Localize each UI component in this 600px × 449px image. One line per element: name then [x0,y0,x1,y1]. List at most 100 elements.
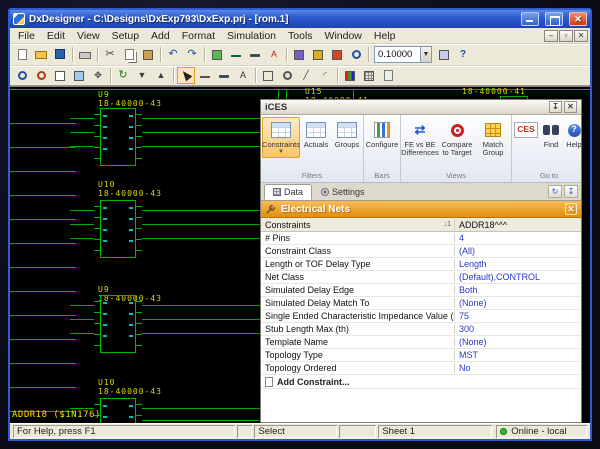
column-header-net[interactable]: ADDR18^^^ [455,220,581,230]
match-group-button[interactable]: Match Group [476,117,510,159]
menu-edit[interactable]: Edit [41,29,71,43]
redo-icon[interactable]: ↷ [183,46,201,63]
pin-icon[interactable]: ↧ [564,185,578,198]
property-value[interactable]: 75 [455,311,581,321]
property-value[interactable]: (Default),CONTROL [455,272,581,282]
table-row[interactable]: Topology Type MST [261,349,581,362]
zoom-window-icon[interactable] [51,67,69,84]
property-value[interactable]: Length [455,259,581,269]
ic-symbol-u10[interactable] [94,200,142,258]
copy-icon[interactable] [120,46,138,63]
find-toolbar-icon[interactable] [347,46,365,63]
save-icon[interactable] [51,46,69,63]
menu-file[interactable]: File [12,29,41,43]
refresh-icon[interactable]: ↻ [548,185,562,198]
groups-button[interactable]: Groups [332,117,362,151]
table-row[interactable]: Net Class (Default),CONTROL [261,271,581,284]
select-tool-icon[interactable] [177,67,195,84]
find-button[interactable]: Find [540,117,562,151]
table-row[interactable]: Constraint Class (All) [261,245,581,258]
maximize-button[interactable] [545,12,563,26]
column-header-constraints[interactable]: Constraints [265,220,311,230]
table-row[interactable]: Length or TOF Delay Type Length [261,258,581,271]
print-icon[interactable] [76,46,94,63]
pin-icon[interactable]: ↧ [549,101,562,113]
pop-out-icon[interactable]: ▲ [152,67,170,84]
combo-dropdown-icon[interactable]: ▼ [420,47,431,62]
cut-icon[interactable]: ✂ [101,46,119,63]
zoom-out-icon[interactable] [32,67,50,84]
schematic-canvas[interactable]: U9 18-40000-43 U10 18-40000-43 U9 18-40000-… [10,86,590,423]
panel-close-icon[interactable]: ✕ [565,203,577,215]
arc-tool-icon[interactable]: ◜ [316,67,334,84]
actuals-button[interactable]: Actuals [301,117,331,151]
dxdatabook-icon[interactable] [290,46,308,63]
text-tool-icon[interactable]: A [234,67,252,84]
fe-vs-be-differences-button[interactable]: ⇄ FE vs BE Differences [401,117,439,159]
table-row[interactable]: Single Ended Characteristic Impedance Va… [261,310,581,323]
table-row[interactable]: Simulated Delay Edge Both [261,284,581,297]
pan-icon[interactable]: ✥ [89,67,107,84]
menu-window[interactable]: Window [319,29,368,43]
add-net-name-icon[interactable]: A [265,46,283,63]
configure-button[interactable]: Configure [365,117,399,151]
zoom-full-icon[interactable] [70,67,88,84]
properties-icon[interactable] [435,46,453,63]
menu-help[interactable]: Help [368,29,402,43]
property-value[interactable]: 300 [455,324,581,334]
undo-icon[interactable]: ↶ [164,46,182,63]
ces-toolbar-icon[interactable] [328,46,346,63]
add-wire-icon[interactable] [227,46,245,63]
constraints-button[interactable]: Constraints ▼ [262,117,300,158]
zoom-level-combo[interactable]: 0.10000 ▼ [374,46,432,63]
tab-settings[interactable]: Settings [312,184,374,200]
close-button[interactable]: ✕ [569,12,587,26]
property-value[interactable]: 4 [455,233,581,243]
property-value[interactable]: MST [455,350,581,360]
tab-data[interactable]: Data [264,184,313,200]
grid-toggle-icon[interactable] [360,67,378,84]
add-part-icon[interactable] [208,46,226,63]
compare-to-target-button[interactable]: Compare to Target [439,117,475,159]
mdi-close-button[interactable]: ✕ [574,29,588,42]
table-header-row[interactable]: Constraints ↓1 ADDR18^^^ [261,218,581,232]
table-row[interactable]: # Pins 4 [261,232,581,245]
table-row[interactable]: Stub Length Max (th) 300 [261,323,581,336]
property-value[interactable]: (All) [455,246,581,256]
ic-symbol-u10b[interactable] [94,398,142,423]
sheet-settings-icon[interactable] [379,67,397,84]
paste-icon[interactable] [139,46,157,63]
menu-add[interactable]: Add [145,29,176,43]
open-icon[interactable] [32,46,50,63]
table-row[interactable]: Template Name (None) [261,336,581,349]
color-picker-icon[interactable] [341,67,359,84]
menu-tools[interactable]: Tools [282,29,319,43]
rect-tool-icon[interactable] [259,67,277,84]
ces-button[interactable]: CES [513,117,539,143]
mdi-minimize-button[interactable]: – [544,29,558,42]
menu-format[interactable]: Format [176,29,221,43]
mdi-restore-button[interactable]: ▫ [559,29,573,42]
title-bar[interactable]: DxDesigner - C:\Designs\DxExp793\DxExp.p… [10,10,590,28]
close-icon[interactable]: ✕ [564,101,577,113]
menu-view[interactable]: View [71,29,106,43]
ices-title-bar[interactable]: iCES ↧ ✕ [261,100,581,115]
circle-tool-icon[interactable] [278,67,296,84]
property-value[interactable]: (None) [455,337,581,347]
ic-symbol-u9b[interactable] [94,295,142,353]
bus-tool-icon[interactable] [215,67,233,84]
redraw-icon[interactable]: ↻ [114,67,132,84]
ic-symbol-u9[interactable] [94,108,142,166]
new-icon[interactable] [13,46,31,63]
menu-setup[interactable]: Setup [106,29,145,43]
property-value[interactable]: Both [455,285,581,295]
property-value[interactable]: (None) [455,298,581,308]
wire-tool-icon[interactable] [196,67,214,84]
zoom-in-icon[interactable] [13,67,31,84]
help-button[interactable]: ? Help [563,117,585,151]
add-constraint-row[interactable]: Add Constraint... [261,375,581,389]
property-value[interactable]: No [455,363,581,373]
add-bus-icon[interactable] [246,46,264,63]
table-row[interactable]: Simulated Delay Match To (None) [261,297,581,310]
menu-simulation[interactable]: Simulation [221,29,282,43]
